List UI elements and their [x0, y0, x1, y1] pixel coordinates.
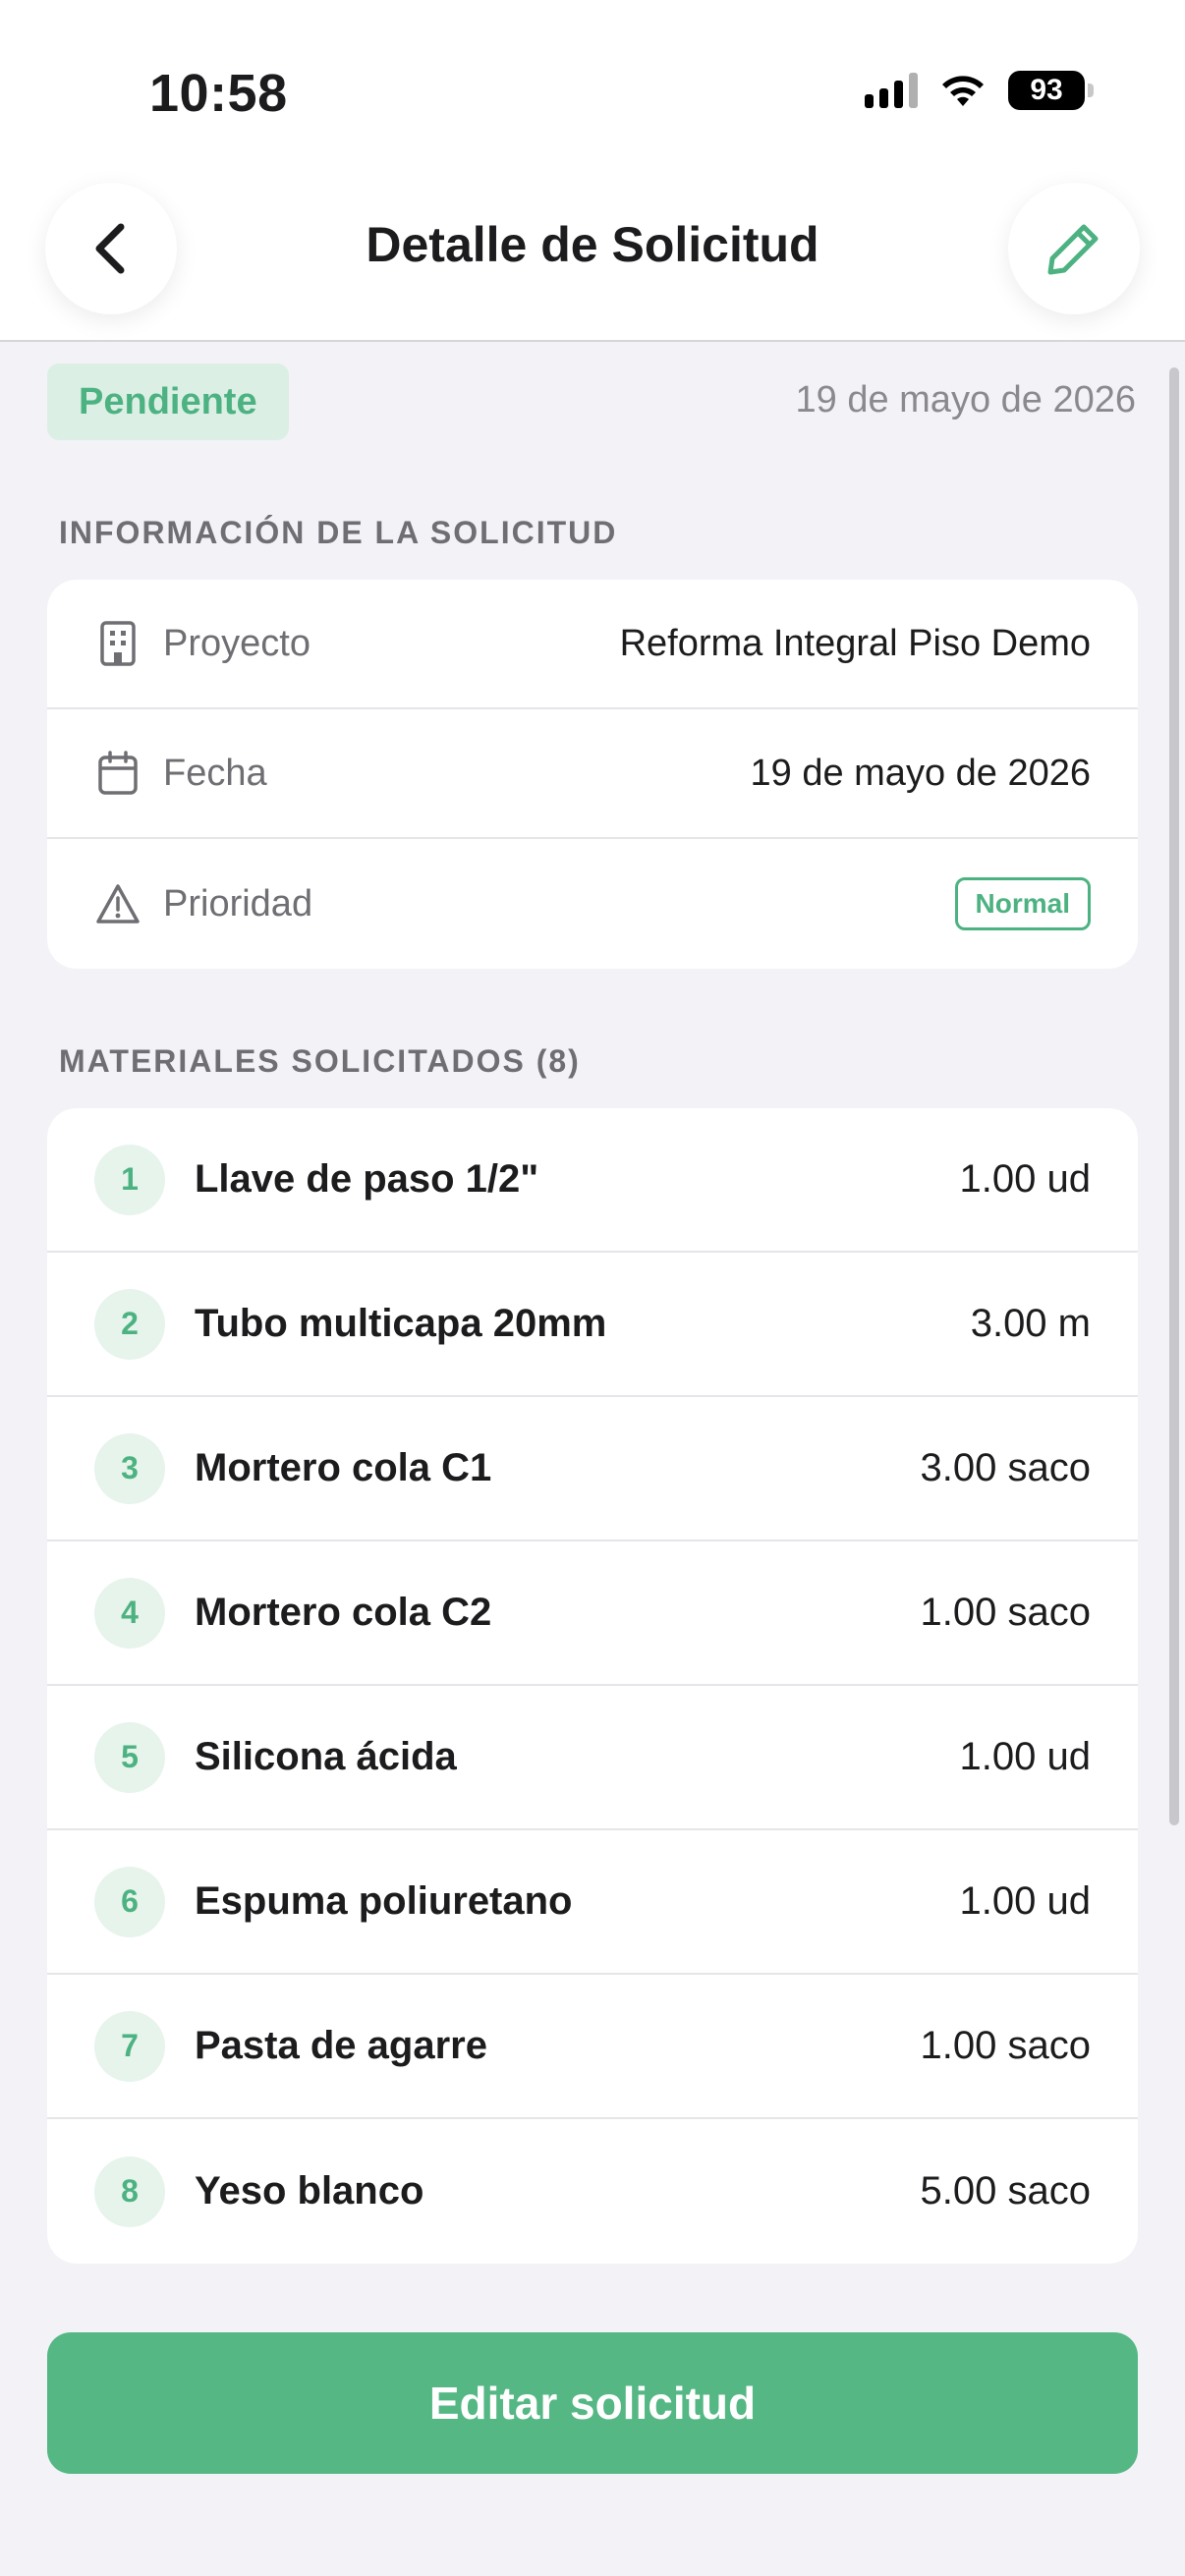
- material-name: Llave de paso 1/2": [195, 1157, 539, 1201]
- item-number: 8: [94, 2156, 165, 2227]
- material-row: 2 Tubo multicapa 20mm 3.00 m: [47, 1253, 1138, 1397]
- project-value: Reforma Integral Piso Demo: [619, 622, 1091, 664]
- info-card: Proyecto Reforma Integral Piso Demo Fech…: [47, 580, 1138, 969]
- status-icons: 93: [865, 71, 1094, 110]
- item-number: 4: [94, 1577, 165, 1649]
- material-name: Mortero cola C2: [195, 1591, 492, 1634]
- material-name: Yeso blanco: [195, 2169, 424, 2212]
- battery-icon: 93: [1008, 71, 1094, 110]
- materials-card: 1 Llave de paso 1/2" 1.00 ud 2 Tubo mult…: [47, 1108, 1138, 2264]
- material-quantity: 1.00 ud: [959, 1157, 1091, 1201]
- material-quantity: 3.00 m: [970, 1302, 1091, 1345]
- item-number: 1: [94, 1144, 165, 1215]
- material-name: Mortero cola C1: [195, 1446, 492, 1489]
- status-badge: Pendiente: [47, 364, 289, 440]
- item-number: 2: [94, 1288, 165, 1360]
- priority-badge: Normal: [954, 877, 1091, 930]
- signal-icon: [865, 73, 918, 108]
- material-quantity: 3.00 saco: [920, 1446, 1091, 1489]
- material-name: Silicona ácida: [195, 1735, 457, 1778]
- edit-button[interactable]: [1008, 183, 1140, 314]
- item-number: 7: [94, 2010, 165, 2082]
- info-section-title: INFORMACIÓN DE LA SOLICITUD: [59, 515, 618, 550]
- material-row: 8 Yeso blanco 5.00 saco: [47, 2119, 1138, 2264]
- material-name: Pasta de agarre: [195, 2024, 487, 2067]
- material-quantity: 5.00 saco: [920, 2169, 1091, 2212]
- warning-icon: [94, 880, 141, 927]
- top-bar: 10:58 93 Detalle de Solicitud: [0, 0, 1185, 342]
- battery-level: 93: [1030, 74, 1063, 106]
- material-quantity: 1.00 saco: [920, 1591, 1091, 1634]
- scrollbar[interactable]: [1169, 367, 1179, 1825]
- info-row-priority: Prioridad Normal: [47, 839, 1138, 969]
- wifi-icon: [942, 76, 984, 106]
- material-name: Espuma poliuretano: [195, 1879, 573, 1923]
- item-number: 5: [94, 1721, 165, 1793]
- pencil-icon: [1047, 224, 1099, 275]
- status-time: 10:58: [149, 64, 288, 123]
- request-date: 19 de mayo de 2026: [795, 379, 1137, 420]
- info-row-date: Fecha 19 de mayo de 2026: [47, 709, 1138, 839]
- item-number: 3: [94, 1432, 165, 1504]
- item-number: 6: [94, 1866, 165, 1937]
- material-quantity: 1.00 saco: [920, 2024, 1091, 2067]
- material-row: 1 Llave de paso 1/2" 1.00 ud: [47, 1108, 1138, 1253]
- material-row: 4 Mortero cola C2 1.00 saco: [47, 1541, 1138, 1686]
- calendar-icon: [94, 750, 141, 797]
- building-icon: [94, 620, 141, 667]
- material-quantity: 1.00 ud: [959, 1879, 1091, 1923]
- material-row: 6 Espuma poliuretano 1.00 ud: [47, 1830, 1138, 1975]
- material-name: Tubo multicapa 20mm: [195, 1302, 607, 1345]
- info-label: Proyecto: [163, 622, 310, 664]
- materials-section-title: MATERIALES SOLICITADOS (8): [59, 1043, 581, 1079]
- info-row-project: Proyecto Reforma Integral Piso Demo: [47, 580, 1138, 709]
- date-value: 19 de mayo de 2026: [750, 752, 1092, 794]
- edit-request-button[interactable]: Editar solicitud: [47, 2332, 1138, 2474]
- info-label: Prioridad: [163, 882, 313, 924]
- material-row: 7 Pasta de agarre 1.00 saco: [47, 1975, 1138, 2119]
- info-label: Fecha: [163, 752, 267, 794]
- material-row: 3 Mortero cola C1 3.00 saco: [47, 1397, 1138, 1541]
- material-row: 5 Silicona ácida 1.00 ud: [47, 1686, 1138, 1830]
- material-quantity: 1.00 ud: [959, 1735, 1091, 1778]
